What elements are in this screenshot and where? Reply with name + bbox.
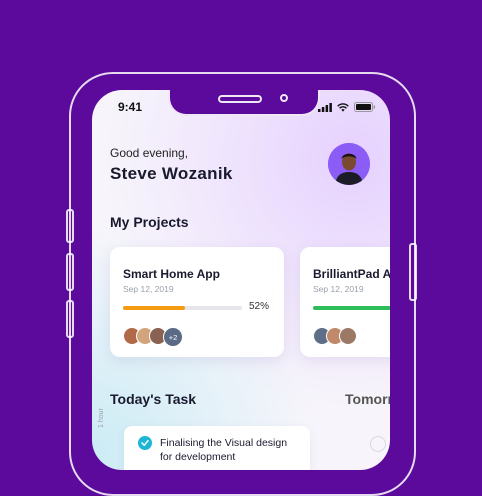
- progress-percent: 52%: [249, 301, 270, 312]
- project-name: BrilliantPad App: [313, 267, 390, 281]
- greeting-text: Good evening,: [110, 146, 189, 160]
- team-avatars: +2: [123, 327, 183, 347]
- team-avatars: [313, 327, 357, 345]
- more-members-badge[interactable]: +2: [163, 327, 183, 347]
- check-icon[interactable]: [138, 436, 152, 450]
- task-text: Finalising the Visual design for develop…: [160, 437, 288, 463]
- user-name: Steve Wozanik: [110, 164, 233, 183]
- status-icons: [318, 102, 376, 112]
- project-card-smart-home[interactable]: Smart Home App Sep 12, 2019 52% +2: [110, 247, 284, 357]
- project-card-brilliantpad[interactable]: BrilliantPad App Sep 12, 2019: [300, 247, 390, 357]
- person-avatar-icon: [328, 143, 370, 185]
- projects-section-title: My Projects: [110, 214, 189, 230]
- status-time: 9:41: [118, 100, 143, 114]
- member-avatar: [339, 327, 357, 345]
- tomorrow-title: Tomorrow: [345, 391, 390, 407]
- wifi-icon: [337, 102, 349, 112]
- tomorrow-task-checkbox[interactable]: [370, 436, 386, 452]
- progress-bar: [123, 306, 242, 310]
- progress-bar-fill: [313, 306, 390, 310]
- signal-icon: [318, 102, 332, 112]
- phone-power-button: [409, 243, 417, 301]
- speaker-grille: [218, 95, 262, 103]
- front-camera: [280, 94, 288, 102]
- progress-bar-fill: [123, 306, 185, 310]
- project-date: Sep 12, 2019: [313, 284, 364, 294]
- battery-icon: [354, 102, 376, 112]
- project-name: Smart Home App: [123, 267, 220, 281]
- phone-side-button-1: [66, 209, 74, 243]
- phone-side-button-2: [66, 253, 74, 291]
- todays-task-title: Today's Task: [110, 391, 197, 407]
- project-date: Sep 12, 2019: [123, 284, 174, 294]
- profile-avatar[interactable]: [328, 143, 370, 185]
- progress-bar: [313, 306, 390, 310]
- phone-screen: 9:41 Good evening, Steve Wozanik My Proj…: [92, 90, 390, 470]
- phone-notch: [168, 90, 320, 116]
- phone-side-button-3: [66, 300, 74, 338]
- time-axis-label: 1 hour: [98, 408, 105, 428]
- task-item[interactable]: Finalising the Visual design for develop…: [124, 426, 310, 470]
